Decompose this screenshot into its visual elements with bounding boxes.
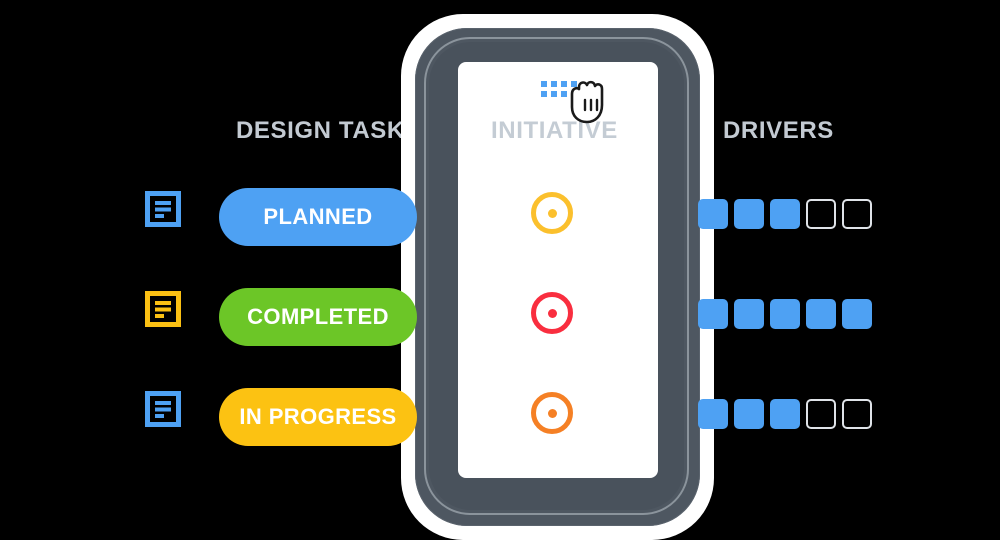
driver-square-filled[interactable] xyxy=(770,399,800,429)
driver-square-filled[interactable] xyxy=(770,299,800,329)
driver-square-filled[interactable] xyxy=(734,399,764,429)
driver-square-empty[interactable] xyxy=(806,399,836,429)
driver-square-filled[interactable] xyxy=(698,199,728,229)
driver-square-filled[interactable] xyxy=(698,399,728,429)
status-pill-in-progress[interactable]: IN PROGRESS xyxy=(219,388,417,446)
target-circle-icon[interactable] xyxy=(531,192,573,234)
drivers-meter xyxy=(698,399,872,429)
driver-square-filled[interactable] xyxy=(842,299,872,329)
document-lines-icon xyxy=(145,291,181,327)
document-lines-icon xyxy=(145,391,181,427)
grab-hand-icon xyxy=(570,80,604,124)
driver-square-empty[interactable] xyxy=(806,199,836,229)
drivers-meter xyxy=(698,299,872,329)
driver-square-filled[interactable] xyxy=(770,199,800,229)
driver-square-empty[interactable] xyxy=(842,199,872,229)
status-pill-planned[interactable]: PLANNED xyxy=(219,188,417,246)
driver-square-filled[interactable] xyxy=(734,199,764,229)
driver-square-filled[interactable] xyxy=(806,299,836,329)
drivers-meter xyxy=(698,199,872,229)
column-heading-drivers: DRIVERS xyxy=(723,117,834,144)
grab-hand-cursor[interactable] xyxy=(541,78,607,124)
column-heading-design-tasks: DESIGN TASKS xyxy=(236,117,422,144)
target-circle-icon[interactable] xyxy=(531,392,573,434)
document-lines-icon xyxy=(145,191,181,227)
driver-square-empty[interactable] xyxy=(842,399,872,429)
status-pill-completed[interactable]: COMPLETED xyxy=(219,288,417,346)
driver-square-filled[interactable] xyxy=(698,299,728,329)
driver-square-filled[interactable] xyxy=(734,299,764,329)
diagram-canvas: DESIGN TASKS INITIATIVE DRIVERS PLANNED xyxy=(0,0,1000,540)
target-circle-icon[interactable] xyxy=(531,292,573,334)
